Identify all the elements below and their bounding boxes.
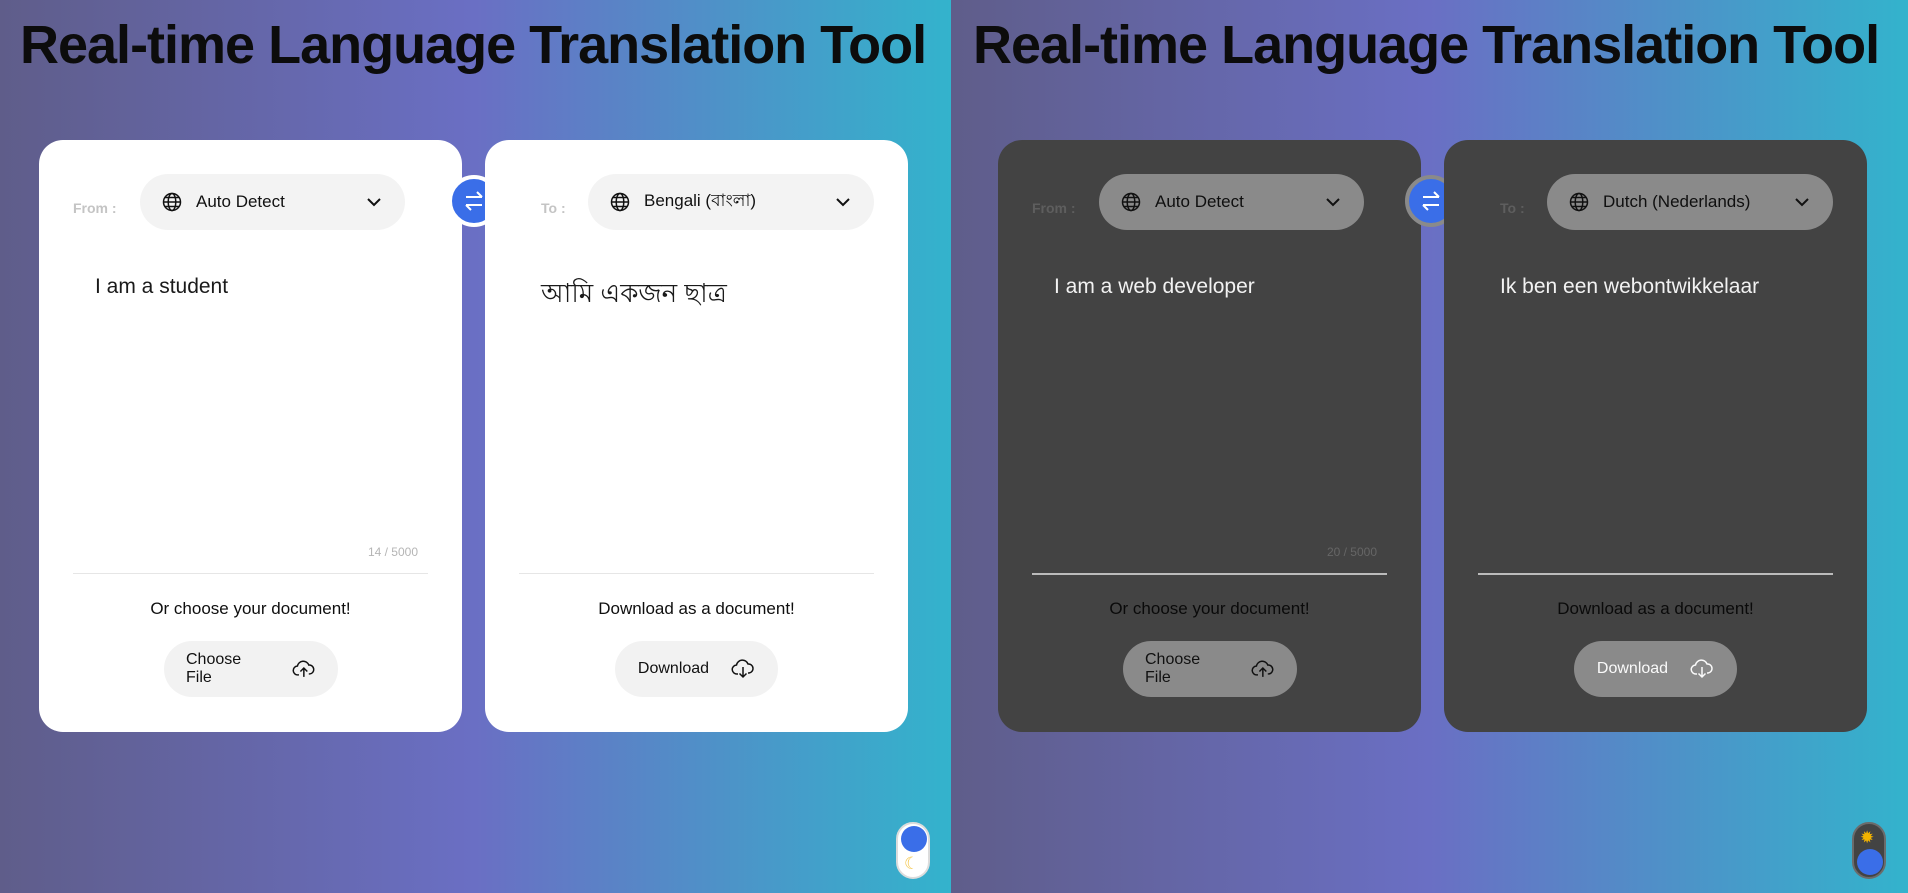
toggle-knob [901, 826, 927, 852]
upload-hint: Or choose your document! [1109, 599, 1310, 618]
download-label: Download [637, 660, 710, 677]
dark-mode-panel: Real-time Language Translation Tool From… [951, 0, 1908, 893]
source-language-select[interactable]: Auto Detect [1099, 174, 1364, 230]
chevron-down-icon [367, 198, 381, 207]
upload-hint: Or choose your document! [150, 599, 351, 618]
download-hint: Download as a document! [1557, 599, 1754, 618]
target-language-value: Bengali (বাংলা) [644, 191, 757, 210]
cloud-upload-icon [292, 660, 315, 677]
choose-file-button[interactable]: Choose File [164, 641, 338, 697]
moon-icon: ☾ [904, 854, 920, 873]
app-comparison: Real-time Language Translation Tool From… [0, 0, 1908, 893]
divider [1032, 573, 1387, 575]
download-button[interactable]: Download [1574, 641, 1737, 697]
translated-text-output: Ik ben een webontwikkelaar [1500, 275, 1760, 298]
target-card: To : Dutch (Nederlands) Ik ben een webon… [1444, 140, 1867, 732]
character-count: 20 / 5000 [1326, 545, 1377, 559]
source-language-value: Auto Detect [1155, 192, 1244, 211]
from-label: From : [73, 200, 117, 216]
chevron-down-icon [836, 198, 850, 207]
source-card: From : Auto Detect I am a student 14 / 5… [39, 140, 462, 732]
light-mode-panel: Real-time Language Translation Tool From… [0, 0, 951, 893]
globe-icon [1569, 192, 1589, 212]
source-text-input[interactable]: I am a web developer [1054, 275, 1255, 299]
cloud-download-icon [731, 659, 754, 679]
target-card: To : Bengali (বাংলা) আমি একজন ছাত্র Down… [485, 140, 908, 732]
chevron-down-icon [1326, 198, 1340, 207]
toggle-knob [1857, 849, 1883, 875]
choose-file-button[interactable]: Choose File [1123, 641, 1297, 697]
download-hint: Download as a document! [598, 599, 795, 618]
sun-icon: ✹ [1860, 828, 1875, 847]
theme-toggle[interactable]: ✹ [1852, 822, 1886, 879]
translated-text-output: আমি একজন ছাত্র [541, 278, 727, 308]
target-language-select[interactable]: Bengali (বাংলা) [588, 174, 874, 230]
globe-icon [162, 192, 182, 212]
swap-icon [465, 191, 483, 211]
cloud-download-icon [1690, 659, 1713, 679]
source-card: From : Auto Detect I am a web developer … [998, 140, 1421, 732]
to-label: To : [541, 200, 566, 216]
choose-file-label: Choose File [186, 651, 242, 686]
theme-toggle[interactable]: ☾ [896, 822, 930, 879]
character-count: 14 / 5000 [367, 545, 418, 559]
chevron-down-icon [1795, 198, 1809, 207]
download-label: Download [1596, 660, 1669, 677]
source-text-input[interactable]: I am a student [95, 275, 228, 299]
page-title: Real-time Language Translation Tool [973, 15, 1880, 75]
globe-icon [610, 192, 630, 212]
globe-icon [1121, 192, 1141, 212]
source-language-value: Auto Detect [196, 192, 285, 211]
choose-file-label: Choose File [1145, 651, 1201, 686]
divider [73, 573, 428, 574]
to-label: To : [1500, 200, 1525, 216]
download-button[interactable]: Download [615, 641, 778, 697]
from-label: From : [1032, 200, 1076, 216]
cloud-upload-icon [1251, 660, 1274, 677]
target-language-value: Dutch (Nederlands) [1603, 192, 1751, 211]
source-language-select[interactable]: Auto Detect [140, 174, 405, 230]
page-title: Real-time Language Translation Tool [20, 15, 927, 75]
divider [519, 573, 874, 574]
target-language-select[interactable]: Dutch (Nederlands) [1547, 174, 1833, 230]
divider [1478, 573, 1833, 575]
swap-icon [1422, 191, 1440, 211]
